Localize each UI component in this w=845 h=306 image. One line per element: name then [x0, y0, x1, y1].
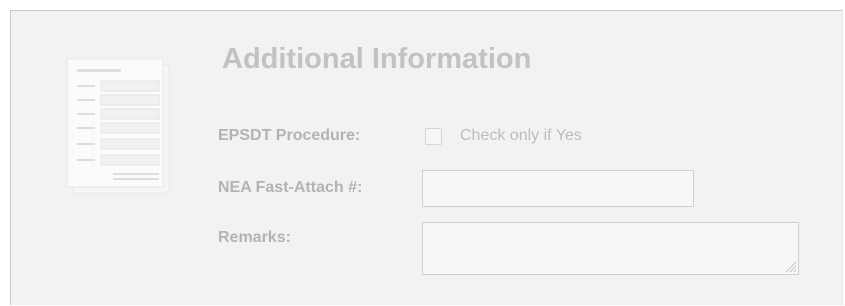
epsdt-procedure-checkbox[interactable] [425, 128, 442, 145]
resize-grip-icon[interactable] [783, 259, 797, 273]
section-title: Additional Information [222, 43, 532, 75]
epsdt-procedure-label: EPSDT Procedure: [218, 127, 361, 144]
remarks-textarea[interactable] [422, 222, 799, 275]
nea-fast-attach-label: NEA Fast-Attach #: [218, 179, 363, 196]
epsdt-checkbox-text[interactable]: Check only if Yes [460, 127, 582, 145]
additional-information-panel: Additional Information EPSDT Procedure: … [10, 10, 843, 305]
document-form-icon [66, 58, 170, 194]
nea-fast-attach-input[interactable] [422, 170, 694, 207]
remarks-label: Remarks: [218, 229, 291, 246]
